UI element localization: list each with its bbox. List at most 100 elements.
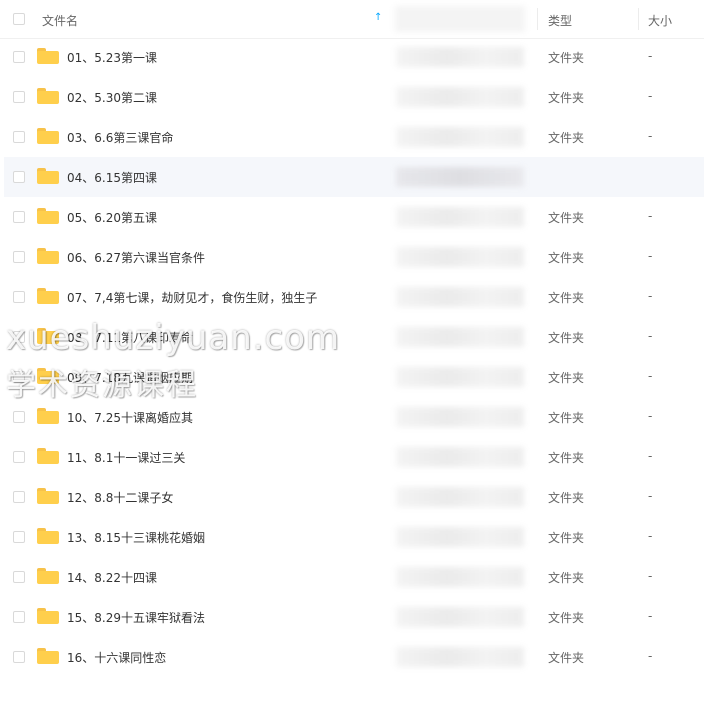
- file-name[interactable]: 14、8.22十四课: [67, 569, 157, 586]
- file-type: 文件夹: [548, 91, 585, 105]
- folder-icon: [37, 328, 59, 344]
- row-checkbox[interactable]: [13, 171, 25, 183]
- blurred-modified-date: [396, 207, 524, 227]
- file-type: 文件夹: [548, 51, 585, 65]
- sort-indicator-icon[interactable]: ↑: [374, 12, 382, 23]
- file-name[interactable]: 13、8.15十三课桃花婚姻: [67, 529, 205, 546]
- file-size: -: [648, 89, 653, 103]
- blurred-modified-date: [396, 87, 524, 107]
- file-name[interactable]: 02、5.30第二课: [67, 89, 157, 106]
- file-name[interactable]: 08、7.11第八课印寿命: [67, 329, 193, 346]
- file-name[interactable]: 05、6.20第五课: [67, 209, 157, 226]
- row-checkbox[interactable]: [13, 251, 25, 263]
- row-checkbox[interactable]: [13, 291, 25, 303]
- folder-icon: [37, 168, 59, 184]
- file-size: -: [648, 569, 653, 583]
- row-checkbox[interactable]: [13, 651, 25, 663]
- file-row[interactable]: 01、5.23第一课 文件夹 -: [4, 37, 704, 77]
- file-size: -: [648, 529, 653, 543]
- file-name[interactable]: 11、8.1十一课过三关: [67, 449, 185, 466]
- blurred-modified-date: [396, 247, 524, 267]
- column-divider: [638, 8, 639, 30]
- file-row[interactable]: 09、7.18九课婚姻应期 文件夹 -: [4, 357, 704, 397]
- file-row[interactable]: 15、8.29十五课牢狱看法 文件夹 -: [4, 597, 704, 637]
- file-row[interactable]: 07、7,4第七课，劫财见才，食伤生财，独生子 文件夹 -: [4, 277, 704, 317]
- file-size: -: [648, 329, 653, 343]
- folder-icon: [37, 608, 59, 624]
- file-size: -: [648, 49, 653, 63]
- folder-icon: [37, 648, 59, 664]
- folder-icon: [37, 408, 59, 424]
- file-type: 文件夹: [548, 131, 585, 145]
- file-name[interactable]: 04、6.15第四课: [67, 169, 157, 186]
- column-header-size[interactable]: 大小: [648, 12, 672, 29]
- row-checkbox[interactable]: [13, 331, 25, 343]
- row-checkbox[interactable]: [13, 491, 25, 503]
- file-type: 文件夹: [548, 451, 585, 465]
- folder-icon: [37, 88, 59, 104]
- file-type: 文件夹: [548, 611, 585, 625]
- file-size: -: [648, 369, 653, 383]
- row-checkbox[interactable]: [13, 211, 25, 223]
- blurred-modified-date: [396, 447, 524, 467]
- file-size: -: [648, 129, 653, 143]
- column-divider: [537, 8, 538, 30]
- file-list-header: 文件名 ↑ 类型 大小: [0, 0, 704, 39]
- file-name[interactable]: 07、7,4第七课，劫财见才，食伤生财，独生子: [67, 289, 317, 306]
- blurred-modified-date: [396, 407, 524, 427]
- file-name[interactable]: 12、8.8十二课子女: [67, 489, 173, 506]
- file-row[interactable]: 08、7.11第八课印寿命 文件夹 -: [4, 317, 704, 357]
- row-checkbox[interactable]: [13, 91, 25, 103]
- file-row[interactable]: 12、8.8十二课子女 文件夹 -: [4, 477, 704, 517]
- blurred-modified-date: [396, 567, 524, 587]
- row-checkbox[interactable]: [13, 411, 25, 423]
- file-row[interactable]: 03、6.6第三课官命 文件夹 -: [4, 117, 704, 157]
- blurred-modified-date: [396, 527, 524, 547]
- folder-icon: [37, 568, 59, 584]
- folder-icon: [37, 448, 59, 464]
- file-name[interactable]: 10、7.25十课离婚应其: [67, 409, 193, 426]
- blurred-modified-date: [396, 647, 524, 667]
- column-header-blurred: [395, 6, 525, 32]
- file-size: -: [648, 649, 653, 663]
- row-checkbox[interactable]: [13, 371, 25, 383]
- file-name[interactable]: 15、8.29十五课牢狱看法: [67, 609, 205, 626]
- blurred-modified-date: [396, 327, 524, 347]
- folder-icon: [37, 48, 59, 64]
- row-checkbox[interactable]: [13, 571, 25, 583]
- select-all-checkbox[interactable]: [13, 13, 25, 25]
- file-row[interactable]: 04、6.15第四课: [4, 157, 704, 197]
- blurred-modified-date: [396, 127, 524, 147]
- row-checkbox[interactable]: [13, 131, 25, 143]
- file-row[interactable]: 13、8.15十三课桃花婚姻 文件夹 -: [4, 517, 704, 557]
- row-checkbox[interactable]: [13, 611, 25, 623]
- file-name[interactable]: 09、7.18九课婚姻应期: [67, 369, 193, 386]
- row-checkbox[interactable]: [13, 531, 25, 543]
- file-type: 文件夹: [548, 571, 585, 585]
- file-row[interactable]: 02、5.30第二课 文件夹 -: [4, 77, 704, 117]
- file-row[interactable]: 14、8.22十四课 文件夹 -: [4, 557, 704, 597]
- blurred-modified-date: [396, 367, 524, 387]
- row-checkbox[interactable]: [13, 51, 25, 63]
- blurred-modified-date: [396, 47, 524, 67]
- column-header-type[interactable]: 类型: [548, 12, 572, 29]
- file-size: -: [648, 489, 653, 503]
- file-row[interactable]: 06、6.27第六课当官条件 文件夹 -: [4, 237, 704, 277]
- file-row[interactable]: 05、6.20第五课 文件夹 -: [4, 197, 704, 237]
- row-checkbox[interactable]: [13, 451, 25, 463]
- file-name[interactable]: 16、十六课同性恋: [67, 649, 166, 666]
- file-name[interactable]: 01、5.23第一课: [67, 49, 157, 66]
- file-type: 文件夹: [548, 411, 585, 425]
- file-row[interactable]: 16、十六课同性恋 文件夹 -: [4, 637, 704, 677]
- folder-icon: [37, 488, 59, 504]
- blurred-modified-date: [396, 287, 524, 307]
- column-header-name[interactable]: 文件名: [42, 12, 78, 29]
- file-row[interactable]: 10、7.25十课离婚应其 文件夹 -: [4, 397, 704, 437]
- file-size: -: [648, 209, 653, 223]
- file-size: -: [648, 609, 653, 623]
- file-size: -: [648, 409, 653, 423]
- file-name[interactable]: 03、6.6第三课官命: [67, 129, 173, 146]
- file-row[interactable]: 11、8.1十一课过三关 文件夹 -: [4, 437, 704, 477]
- file-name[interactable]: 06、6.27第六课当官条件: [67, 249, 205, 266]
- folder-icon: [37, 528, 59, 544]
